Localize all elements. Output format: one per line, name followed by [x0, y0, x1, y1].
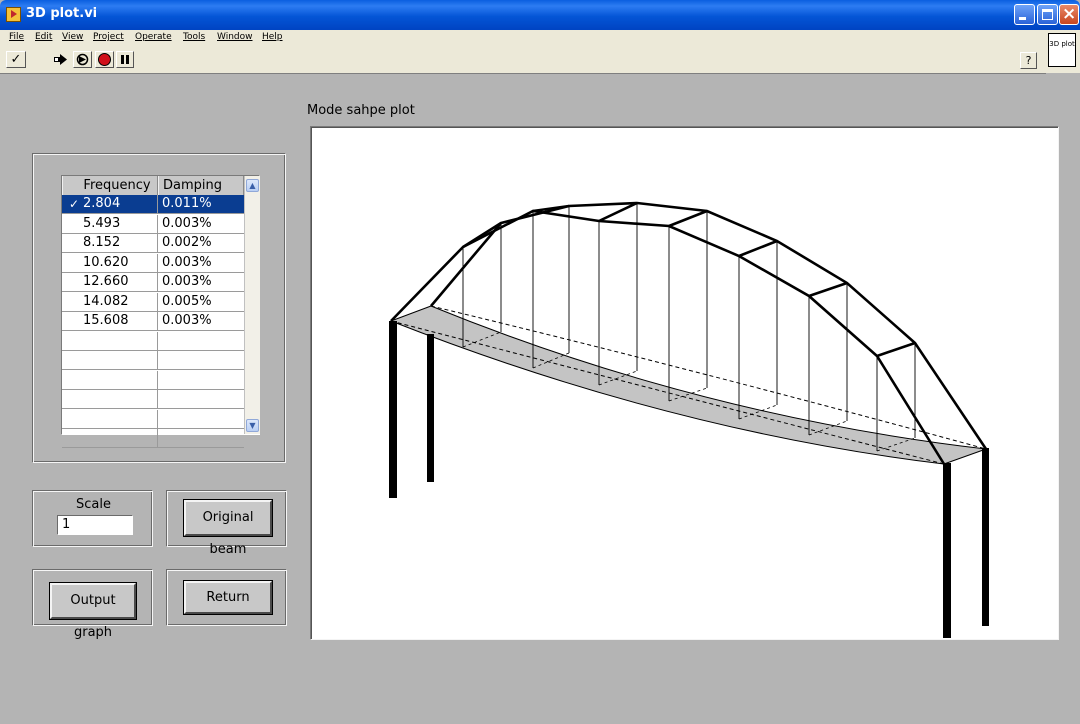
help-icon: ? [1025, 54, 1032, 67]
pier-right-near [943, 463, 951, 638]
maximize-icon [1042, 9, 1053, 20]
deck-surface [391, 306, 986, 464]
list-item[interactable]: 12.660 0.003% [62, 273, 244, 292]
return-button[interactable]: Return [184, 581, 272, 614]
column-header-frequency[interactable]: Frequency [62, 176, 158, 195]
vi-icon-pane: 3D plot [1046, 30, 1080, 73]
run-continuously-icon [76, 53, 89, 66]
vi-icon[interactable]: 3D plot [1048, 33, 1076, 67]
check-icon: ✓ [10, 52, 22, 67]
minimize-button[interactable] [1014, 4, 1035, 25]
menu-bar: File Edit View Project Operate Tools Win… [0, 30, 1046, 47]
bridge-3d-plot [389, 201, 989, 638]
close-button[interactable]: × [1059, 4, 1079, 25]
menu-operate[interactable]: Operate [135, 32, 172, 42]
scale-input[interactable]: 1 [57, 515, 133, 535]
stop-icon [98, 53, 111, 66]
empty-list-item[interactable] [62, 390, 244, 409]
run-continuously-button[interactable] [73, 51, 92, 68]
empty-list-item[interactable] [62, 351, 244, 370]
close-icon: × [1062, 4, 1077, 24]
frequency-cell: 8.152 [62, 234, 158, 252]
scale-label: Scale [76, 497, 111, 512]
frequency-cell: ✓ 2.804 [62, 195, 158, 213]
frequency-cell: 12.660 [62, 273, 158, 291]
check-icon: ✓ [69, 197, 80, 211]
menu-file[interactable]: File [9, 32, 24, 42]
empty-cell [62, 429, 158, 447]
empty-list-item[interactable] [62, 370, 244, 390]
empty-list-item[interactable] [62, 429, 244, 448]
pier-left-far [427, 334, 434, 482]
frequency-value: 15.608 [83, 313, 129, 328]
frequency-value: 8.152 [83, 235, 121, 250]
menu-help[interactable]: Help [262, 32, 283, 42]
window-title: 3D plot.vi [26, 6, 98, 21]
plot-label: Mode sahpe plot [307, 103, 415, 118]
empty-cell [62, 409, 158, 428]
menu-edit[interactable]: Edit [35, 32, 52, 42]
damping-value: 0.003% [162, 274, 212, 289]
labview-vi-icon [6, 7, 21, 22]
scroll-up-button[interactable]: ▲ [246, 179, 259, 192]
list-item[interactable]: 5.493 0.003% [62, 214, 244, 234]
undeformed-deck-far [430, 305, 987, 450]
list-item[interactable]: 10.620 0.003% [62, 253, 244, 273]
empty-cell [62, 370, 158, 389]
listbox-header: Frequency Damping [62, 176, 244, 196]
pause-icon [121, 55, 129, 64]
menu-project[interactable]: Project [93, 32, 124, 42]
frequency-cell: 10.620 [62, 253, 158, 272]
list-item[interactable]: 15.608 0.003% [62, 312, 244, 331]
chevron-up-icon: ▲ [249, 181, 256, 190]
empty-list-item[interactable] [62, 331, 244, 351]
check-button[interactable]: ✓ [6, 51, 26, 68]
damping-value: 0.005% [162, 293, 212, 309]
empty-cell [62, 390, 158, 408]
listbox-scrollbar[interactable]: ▲ ▼ [244, 176, 260, 434]
title-bar: 3D plot.vi × [0, 0, 1080, 30]
damping-value: 0.003% [162, 254, 212, 270]
damping-value: 0.003% [162, 215, 212, 231]
frequency-value: 10.620 [83, 254, 129, 270]
list-item[interactable]: 8.152 0.002% [62, 234, 244, 253]
pause-button[interactable] [116, 51, 134, 68]
chevron-down-icon: ▼ [249, 421, 256, 430]
toolbar: ✓ ? [0, 47, 1046, 74]
list-item[interactable]: ✓ 2.804 0.011% [62, 195, 244, 214]
damping-value: 0.011% [162, 196, 212, 211]
frequency-value: 5.493 [83, 215, 121, 231]
original-beam-button[interactable]: Original beam [184, 500, 272, 557]
deck-edge-far [430, 305, 987, 450]
menu-window[interactable]: Window [217, 32, 253, 42]
frequency-value: 2.804 [83, 196, 121, 211]
mode-listbox[interactable]: Frequency Damping ✓ 2.804 0.011% 5.493 0.003… [61, 175, 260, 448]
frequency-cell: 15.608 [62, 312, 158, 330]
column-header-damping[interactable]: Damping [158, 176, 244, 195]
pier-right-far [982, 448, 989, 626]
empty-cell [62, 331, 158, 350]
scroll-down-button[interactable]: ▼ [246, 419, 259, 432]
frequency-cell: 14.082 [62, 292, 158, 311]
frequency-value: 14.082 [83, 293, 129, 309]
frequency-cell: 5.493 [62, 214, 158, 233]
context-help-button[interactable]: ? [1020, 52, 1037, 69]
menu-tools[interactable]: Tools [183, 32, 205, 42]
mode-shape-plot[interactable] [310, 126, 1059, 640]
damping-value: 0.003% [162, 313, 212, 328]
damping-value: 0.002% [162, 235, 212, 250]
menu-view[interactable]: View [62, 32, 83, 42]
list-item[interactable]: 14.082 0.005% [62, 292, 244, 312]
maximize-button[interactable] [1037, 4, 1058, 25]
pier-left-near [389, 321, 397, 498]
output-graph-button[interactable]: Output graph [50, 583, 136, 640]
frequency-value: 12.660 [83, 274, 129, 289]
minimize-icon [1019, 17, 1026, 20]
run-button[interactable] [52, 51, 70, 68]
run-arrow-icon [54, 54, 67, 65]
empty-list-item[interactable] [62, 409, 244, 429]
empty-cell [62, 351, 158, 369]
abort-button[interactable] [95, 51, 114, 68]
